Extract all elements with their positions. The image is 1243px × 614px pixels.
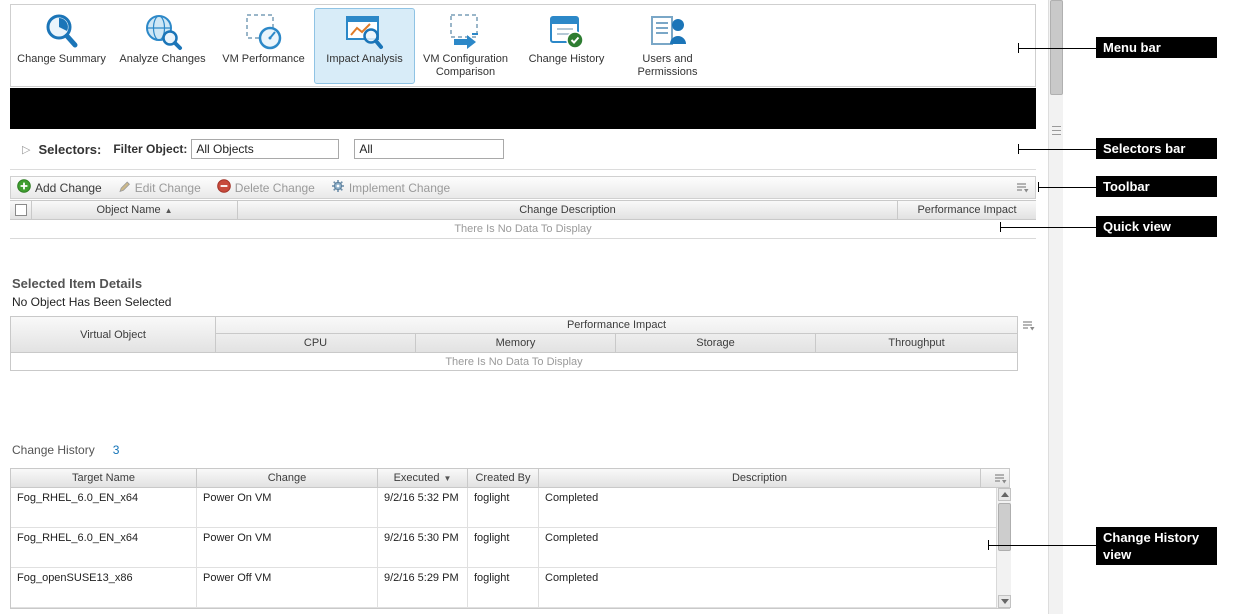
- users-permissions-icon: [645, 11, 691, 53]
- annotation-toolbar: Toolbar: [1096, 176, 1217, 197]
- table-row[interactable]: Fog_RHEL_6.0_EN_x64 Power On VM 9/2/16 5…: [11, 488, 1009, 528]
- sort-asc-icon: ▲: [165, 206, 173, 215]
- column-group-performance-impact: Performance Impact: [216, 317, 1017, 334]
- callout-line: [1018, 48, 1096, 49]
- menu-item-change-summary[interactable]: Change Summary: [11, 8, 112, 84]
- expander-icon[interactable]: ▷: [22, 143, 30, 156]
- filter-object-label: Filter Object:: [113, 142, 187, 156]
- select-all-checkbox[interactable]: [15, 204, 27, 216]
- analyze-changes-icon: [140, 11, 186, 53]
- annotation-quick-view: Quick view: [1096, 216, 1217, 237]
- menu-item-label: Impact Analysis: [326, 53, 402, 66]
- selectors-bar: ▷ Selectors: Filter Object:: [10, 129, 1036, 170]
- menu-item-change-history[interactable]: Change History: [516, 8, 617, 84]
- no-object-selected-text: No Object Has Been Selected: [12, 295, 171, 309]
- column-header-description[interactable]: Description: [539, 469, 981, 487]
- column-header-target-name[interactable]: Target Name: [11, 469, 197, 487]
- selected-item-details-table: Virtual Object Performance Impact CPU Me…: [10, 316, 1018, 371]
- column-header-storage[interactable]: Storage: [616, 334, 816, 352]
- menu-item-analyze-changes[interactable]: Analyze Changes: [112, 8, 213, 84]
- menu-item-label: VM Performance: [222, 53, 305, 66]
- column-header-throughput[interactable]: Throughput: [816, 334, 1017, 352]
- change-history-customizer-icon[interactable]: [993, 472, 1007, 485]
- callout-line: [1038, 187, 1096, 188]
- table-row[interactable]: Fog_openSUSE13_x86 Power Off VM 9/2/16 5…: [11, 568, 1009, 608]
- add-change-button[interactable]: Add Change: [17, 179, 102, 196]
- scroll-down-button[interactable]: [998, 595, 1011, 608]
- delete-change-button[interactable]: Delete Change: [217, 179, 315, 196]
- annotation-menu-bar: Menu bar: [1096, 37, 1217, 58]
- column-header-object-name[interactable]: Object Name ▲: [32, 201, 238, 219]
- menu-bar: Change Summary Analyze Changes: [10, 4, 1036, 87]
- menu-item-label: Analyze Changes: [119, 53, 205, 66]
- menu-item-users-and-permissions[interactable]: Users and Permissions: [617, 8, 718, 84]
- details-table-header: Virtual Object Performance Impact CPU Me…: [11, 317, 1017, 352]
- change-history-title: Change History3: [12, 443, 119, 457]
- filter-object-input[interactable]: [191, 139, 339, 159]
- change-history-header: Target Name Change Executed ▼ Created By…: [11, 469, 1009, 488]
- triangle-up-icon: [1001, 492, 1009, 497]
- change-history-customizer-cell: [981, 469, 1009, 487]
- column-header-virtual-object[interactable]: Virtual Object: [11, 317, 216, 352]
- add-icon: [17, 179, 31, 196]
- gear-icon: [331, 179, 345, 196]
- quick-view-header: Object Name ▲ Change Description Perform…: [10, 201, 1036, 220]
- quick-view-table: Object Name ▲ Change Description Perform…: [10, 200, 1036, 239]
- column-header-change-description[interactable]: Change Description: [238, 201, 898, 219]
- menu-item-vm-configuration-comparison[interactable]: VM Configuration Comparison: [415, 8, 516, 84]
- annotation-selectors-bar: Selectors bar: [1096, 138, 1217, 159]
- details-empty-text: There Is No Data To Display: [11, 352, 1017, 370]
- edit-change-button[interactable]: Edit Change: [118, 180, 201, 196]
- details-customizer-icon[interactable]: [1021, 319, 1035, 332]
- triangle-down-icon: [1001, 599, 1009, 604]
- annotation-change-history-view: Change History view: [1096, 527, 1217, 565]
- menu-item-label: VM Configuration Comparison: [416, 53, 515, 79]
- column-header-executed[interactable]: Executed ▼: [378, 469, 468, 487]
- impact-analysis-page: Change Summary Analyze Changes: [0, 0, 1243, 614]
- implement-change-button[interactable]: Implement Change: [331, 179, 450, 196]
- selected-item-details-title: Selected Item Details: [12, 276, 142, 291]
- change-history-table: Target Name Change Executed ▼ Created By…: [10, 468, 1010, 609]
- splitter-grip-icon[interactable]: [1052, 126, 1061, 135]
- column-header-created-by[interactable]: Created By: [468, 469, 539, 487]
- table-customizer-icon[interactable]: [1015, 181, 1029, 194]
- black-panel: [10, 88, 1036, 129]
- pencil-icon: [118, 180, 131, 196]
- scrollbar-thumb[interactable]: [998, 503, 1011, 551]
- callout-line: [988, 545, 1096, 546]
- page-scrollbar[interactable]: [1048, 0, 1063, 614]
- vm-performance-icon: [241, 11, 287, 53]
- change-history-count: 3: [113, 443, 120, 457]
- menu-item-vm-performance[interactable]: VM Performance: [213, 8, 314, 84]
- menu-item-label: Users and Permissions: [618, 53, 717, 79]
- column-header-performance-impact[interactable]: Performance Impact: [898, 201, 1036, 219]
- menu-item-impact-analysis[interactable]: Impact Analysis: [314, 8, 415, 84]
- callout-line: [1000, 227, 1096, 228]
- filter-type-input[interactable]: [354, 139, 504, 159]
- column-header-change[interactable]: Change: [197, 469, 378, 487]
- change-history-icon: [544, 11, 590, 53]
- toolbar: Add Change Edit Change Delete Change Imp…: [10, 176, 1036, 199]
- delete-icon: [217, 179, 231, 196]
- change-summary-icon: [39, 11, 85, 53]
- callout-line: [1018, 149, 1096, 150]
- change-history-scrollbar[interactable]: [996, 488, 1011, 608]
- column-header-memory[interactable]: Memory: [416, 334, 616, 352]
- impact-analysis-icon: [342, 11, 388, 53]
- table-row[interactable]: Fog_RHEL_6.0_EN_x64 Power On VM 9/2/16 5…: [11, 528, 1009, 568]
- sort-desc-icon: ▼: [443, 474, 451, 483]
- scroll-up-button[interactable]: [998, 488, 1011, 501]
- select-all-cell: [10, 201, 32, 219]
- menu-item-label: Change History: [529, 53, 605, 66]
- selectors-title: Selectors:: [38, 142, 101, 157]
- column-header-cpu[interactable]: CPU: [216, 334, 416, 352]
- menu-item-label: Change Summary: [17, 53, 106, 66]
- vm-configuration-comparison-icon: [443, 11, 489, 53]
- quick-view-empty-text: There Is No Data To Display: [10, 220, 1036, 239]
